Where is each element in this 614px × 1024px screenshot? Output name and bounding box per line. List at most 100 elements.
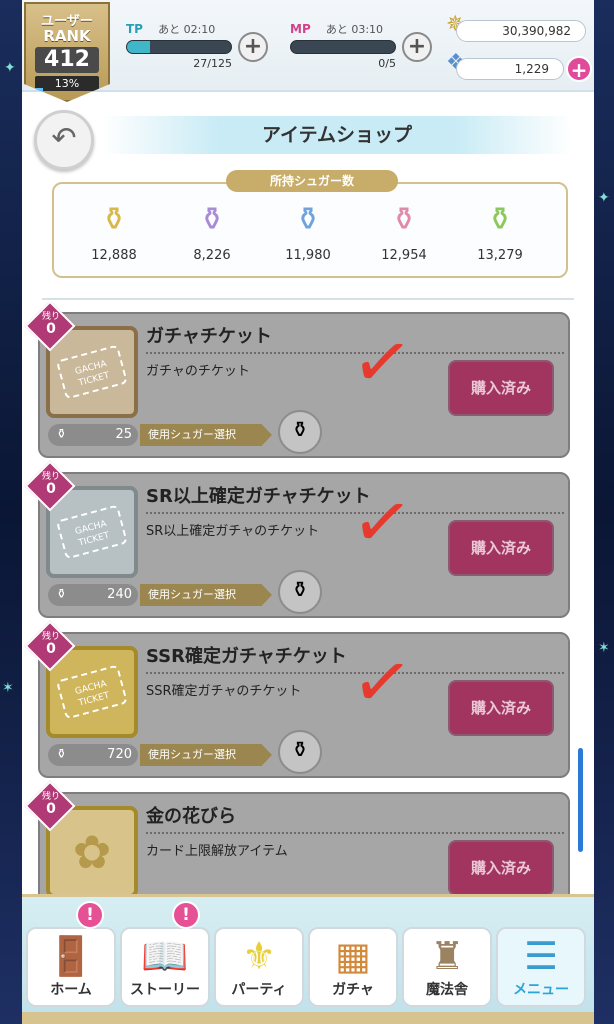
mp-bar: [290, 40, 396, 54]
ticket-graphic: GACHA TICKET: [55, 664, 129, 720]
tp-count: 27/125: [193, 57, 232, 70]
nav-label: 魔法舎: [426, 982, 468, 998]
rank-progress-text: 13%: [54, 77, 80, 90]
divider: [42, 298, 574, 300]
tp-stat: TP あと 02:10 27/125: [126, 18, 232, 70]
left-background: [0, 0, 24, 1024]
nav-party[interactable]: ⚜ パーティ: [214, 927, 304, 1007]
rank-value: 412: [35, 47, 99, 73]
item-description: SSR確定ガチャのチケット: [146, 684, 302, 699]
mp-label: MP: [290, 22, 311, 36]
sugar-select-button[interactable]: 使用シュガー選択: [140, 584, 272, 606]
sugar-select-button[interactable]: 使用シュガー選択: [140, 744, 272, 766]
sugar-bottle-icon: ⚱: [56, 747, 67, 762]
cost-value: 720: [107, 747, 132, 762]
item-description: SR以上確定ガチャのチケット: [146, 524, 320, 539]
sugar-select-button[interactable]: 使用シュガー選択: [140, 424, 272, 446]
star-decoration: ✦: [598, 190, 610, 206]
star-decoration: ✶: [2, 680, 14, 696]
pink-sugar-bottle-icon: ⚱: [390, 200, 418, 238]
remain-text: 残り 0: [34, 472, 68, 497]
selected-sugar-icon[interactable]: ⚱: [278, 730, 322, 774]
tp-timer: あと 02:10: [158, 23, 216, 36]
nav-menu[interactable]: ☰ メニュー: [496, 927, 586, 1007]
nav-bottom-strip: [22, 1012, 594, 1024]
sugar-yellow: ⚱ 12,888: [74, 196, 154, 263]
game-frame: ユーザー RANK 412 13% TP あと 02:10 27/125 + M…: [22, 0, 594, 1024]
purchased-button[interactable]: 購入済み: [448, 840, 554, 894]
blue-sugar-bottle-icon: ⚱: [294, 200, 322, 238]
tp-bar-fill: [127, 41, 150, 53]
green-sugar-bottle-icon: ⚱: [486, 200, 514, 238]
sugar-bottle-icon: ⚱: [56, 587, 67, 602]
nav-label: メニュー: [513, 982, 569, 998]
ticket-graphic: GACHA TICKET: [55, 504, 129, 560]
nav-label: ホーム: [50, 982, 92, 998]
gacha-door-icon: ▦: [335, 934, 371, 978]
sugar-purple: ⚱ 8,226: [172, 196, 252, 263]
purchased-button[interactable]: 購入済み: [448, 680, 554, 736]
mp-stat: MP あと 03:10 0/5: [290, 18, 396, 70]
sugar-green: ⚱ 13,279: [460, 196, 540, 263]
back-button[interactable]: ↶: [34, 110, 94, 170]
rank-progress-bar: [35, 88, 44, 91]
mp-count: 0/5: [378, 57, 396, 70]
sugar-bottle-icon: ⚱: [56, 427, 67, 442]
cost-value: 240: [107, 587, 132, 602]
cost-value: 25: [115, 427, 132, 442]
nav-gacha[interactable]: ▦ ガチャ: [308, 927, 398, 1007]
remain-text: 残り 0: [34, 632, 68, 657]
crystal-plus-button[interactable]: +: [566, 56, 592, 82]
scrollbar[interactable]: [578, 748, 583, 852]
nav-school[interactable]: ♜ 魔法舎: [402, 927, 492, 1007]
sugar-label: 所持シュガー数: [226, 170, 398, 192]
selected-sugar-icon[interactable]: ⚱: [278, 570, 322, 614]
sugar-amount: 13,279: [477, 248, 523, 263]
red-checkmark-icon: ✓: [346, 316, 418, 408]
yellow-sugar-bottle-icon: ⚱: [100, 200, 128, 238]
item-list[interactable]: GACHA TICKET 残り 0 ガチャチケット ガチャのチケット ⚱ 25 使用…: [22, 302, 594, 894]
item-cost: ⚱ 240: [48, 584, 138, 606]
user-rank-badge[interactable]: ユーザー RANK 412 13%: [24, 2, 110, 102]
gold-amount: 30,390,982: [456, 20, 586, 42]
lily-icon: ⚜: [241, 934, 277, 978]
purchased-button[interactable]: 購入済み: [448, 360, 554, 416]
sugar-pink: ⚱ 12,954: [364, 196, 444, 263]
crystal-amount: 1,229: [456, 58, 564, 80]
sugar-blue: ⚱ 11,980: [268, 196, 348, 263]
shop-item: GACHA TICKET 残り 0 ガチャチケット ガチャのチケット ⚱ 25 使用…: [24, 302, 570, 458]
nav-home[interactable]: 🚪 ホーム: [26, 927, 116, 1007]
mp-timer: あと 03:10: [325, 23, 384, 36]
nav-label: ガチャ: [332, 982, 374, 998]
tp-plus-button[interactable]: +: [238, 32, 268, 62]
sugar-amount: 8,226: [193, 248, 231, 263]
sugar-amount: 12,954: [381, 248, 427, 263]
item-description: ガチャのチケット: [146, 364, 250, 379]
item-cost: ⚱ 720: [48, 744, 138, 766]
remain-text: 残り 0: [34, 792, 68, 817]
castle-icon: ♜: [429, 934, 465, 978]
rank-label-en: RANK: [43, 27, 91, 45]
mp-plus-button[interactable]: +: [402, 32, 432, 62]
red-checkmark-icon: ✓: [346, 636, 418, 728]
item-cost: ⚱ 25: [48, 424, 138, 446]
selected-sugar-icon[interactable]: ⚱: [278, 410, 322, 454]
notification-badge: !: [76, 901, 104, 929]
tp-label: TP: [126, 22, 143, 36]
remain-text: 残り 0: [34, 312, 68, 337]
door-icon: 🚪: [47, 934, 95, 978]
ticket-graphic: GACHA TICKET: [55, 344, 129, 400]
star-decoration: ✦: [4, 60, 16, 76]
nav-story[interactable]: 📖 ストーリー: [120, 927, 210, 1007]
red-checkmark-icon: ✓: [346, 476, 418, 568]
purchased-button[interactable]: 購入済み: [448, 520, 554, 576]
purple-sugar-bottle-icon: ⚱: [198, 200, 226, 238]
remain-count: 0: [46, 801, 56, 817]
menu-list-icon: ☰: [523, 934, 559, 978]
page-title: アイテムショップ: [102, 116, 572, 154]
remain-count: 0: [46, 481, 56, 497]
shop-item: GACHA TICKET 残り 0 SR以上確定ガチャチケット SR以上確定ガチャ…: [24, 460, 570, 618]
shop-item: ✿ 残り 0 金の花びら カード上限解放アイテム 購入済み: [24, 780, 570, 894]
remain-count: 0: [46, 641, 56, 657]
star-decoration: ✶: [598, 640, 610, 656]
